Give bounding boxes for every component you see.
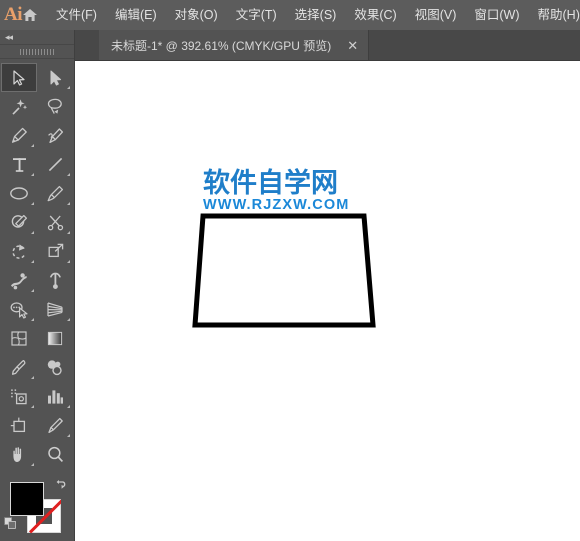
- tool-group-indicator: [31, 376, 34, 379]
- tool-group-indicator: [67, 86, 70, 89]
- tool-group-indicator: [31, 231, 34, 234]
- shape-builder-tool[interactable]: [1, 295, 37, 324]
- fill-swatch[interactable]: [10, 482, 44, 516]
- pen-tool[interactable]: [1, 121, 37, 150]
- menu-item-list: 文件(F) 编辑(E) 对象(O) 文字(T) 选择(S) 效果(C) 视图(V…: [47, 0, 580, 30]
- column-graph-tool[interactable]: [37, 382, 73, 411]
- blend-tool[interactable]: [37, 353, 73, 382]
- watermark-url: WWW.RJZXW.COM: [203, 197, 350, 213]
- width-tool[interactable]: [1, 266, 37, 295]
- grip-dots-icon: [20, 49, 54, 55]
- rotate-tool[interactable]: [1, 237, 37, 266]
- watermark: 软件自学网 WWW.RJZXW.COM: [203, 168, 363, 214]
- menu-item-window[interactable]: 窗口(W): [465, 0, 528, 30]
- tool-group-indicator: [31, 463, 34, 466]
- tool-group-indicator: [67, 405, 70, 408]
- tool-group-indicator: [67, 318, 70, 321]
- curvature-tool[interactable]: [37, 121, 73, 150]
- line-segment-tool[interactable]: [37, 150, 73, 179]
- document-tab-strip: 未标题-1* @ 392.61% (CMYK/GPU 预览) ✕: [75, 30, 580, 61]
- tools-panel-header: ◂◂: [0, 30, 74, 44]
- zoom-tool[interactable]: [37, 440, 73, 469]
- magic-wand-tool[interactable]: [1, 92, 37, 121]
- shaper-tool[interactable]: [1, 208, 37, 237]
- paintbrush-tool[interactable]: [37, 179, 73, 208]
- menu-item-help[interactable]: 帮助(H): [529, 0, 580, 30]
- tool-group-indicator: [31, 405, 34, 408]
- gradient-tool[interactable]: [37, 324, 73, 353]
- scissors-tool[interactable]: [37, 208, 73, 237]
- swap-fill-stroke-icon[interactable]: [54, 479, 67, 492]
- tool-group-indicator: [31, 173, 34, 176]
- tool-group-indicator: [67, 173, 70, 176]
- tool-group-indicator: [67, 260, 70, 263]
- eyedropper-tool[interactable]: [1, 353, 37, 382]
- menu-item-select[interactable]: 选择(S): [286, 0, 346, 30]
- home-icon[interactable]: [22, 0, 38, 30]
- menu-item-object[interactable]: 对象(O): [166, 0, 227, 30]
- selection-tool[interactable]: [1, 63, 37, 92]
- tool-group-indicator: [31, 202, 34, 205]
- default-fill-stroke-icon[interactable]: [4, 517, 17, 530]
- app-logo: Ai: [4, 4, 23, 25]
- menu-item-type[interactable]: 文字(T): [227, 0, 286, 30]
- hand-tool[interactable]: [1, 440, 37, 469]
- artboard-tool[interactable]: [1, 411, 37, 440]
- illustrator-window: Ai 文件(F) 编辑(E) 对象(O) 文字(T) 选择(S) 效果(C) 视…: [0, 0, 580, 541]
- symbol-sprayer-tool[interactable]: [1, 382, 37, 411]
- lasso-tool[interactable]: [37, 92, 73, 121]
- type-tool[interactable]: [1, 150, 37, 179]
- tool-group-indicator: [31, 289, 34, 292]
- artwork-trapezoid[interactable]: [75, 61, 580, 541]
- fill-stroke-controls: [0, 477, 75, 539]
- tools-panel: ◂◂: [0, 30, 75, 541]
- ellipse-tool[interactable]: [1, 179, 37, 208]
- direct-selection-tool[interactable]: [37, 63, 73, 92]
- menu-item-edit[interactable]: 编辑(E): [106, 0, 166, 30]
- tool-group-indicator: [67, 202, 70, 205]
- menu-bar: Ai 文件(F) 编辑(E) 对象(O) 文字(T) 选择(S) 效果(C) 视…: [0, 0, 580, 30]
- document-tab[interactable]: 未标题-1* @ 392.61% (CMYK/GPU 预览) ✕: [99, 30, 370, 60]
- slice-tool[interactable]: [37, 411, 73, 440]
- tool-group-indicator: [31, 260, 34, 263]
- menu-item-view[interactable]: 视图(V): [406, 0, 466, 30]
- close-icon[interactable]: ✕: [347, 39, 358, 52]
- menu-item-effect[interactable]: 效果(C): [345, 0, 405, 30]
- tool-group-indicator: [67, 231, 70, 234]
- collapse-panel-icon[interactable]: ◂◂: [5, 32, 13, 42]
- document-canvas[interactable]: 软件自学网 WWW.RJZXW.COM: [75, 61, 580, 541]
- tool-group-indicator: [31, 144, 34, 147]
- tools-grid: [0, 59, 74, 469]
- mesh-tool[interactable]: [1, 324, 37, 353]
- menu-item-file[interactable]: 文件(F): [47, 0, 106, 30]
- watermark-title: 软件自学网: [203, 168, 338, 198]
- document-tab-title: 未标题-1* @ 392.61% (CMYK/GPU 预览): [111, 38, 332, 53]
- free-transform-tool[interactable]: [37, 266, 73, 295]
- tool-group-indicator: [67, 434, 70, 437]
- panel-grip-handle[interactable]: [0, 44, 74, 59]
- scale-tool[interactable]: [37, 237, 73, 266]
- tool-group-indicator: [31, 318, 34, 321]
- perspective-grid-tool[interactable]: [37, 295, 73, 324]
